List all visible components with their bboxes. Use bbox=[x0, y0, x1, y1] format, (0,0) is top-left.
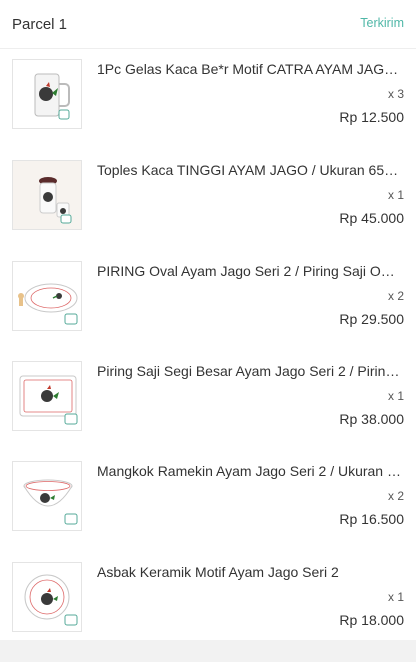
product-name[interactable]: Asbak Keramik Motif Ayam Jago Seri 2 bbox=[97, 564, 402, 580]
product-name[interactable]: Mangkok Ramekin Ayam Jago Seri 2 / Ukura… bbox=[97, 463, 402, 479]
order-item[interactable]: Mangkok Ramekin Ayam Jago Seri 2 / Ukura… bbox=[0, 461, 416, 561]
product-thumbnail[interactable] bbox=[12, 361, 82, 431]
bowl-icon bbox=[23, 479, 78, 525]
product-quantity: x 3 bbox=[387, 87, 404, 101]
product-price: Rp 29.500 bbox=[339, 311, 404, 327]
product-name[interactable]: Toples Kaca TINGGI AYAM JAGO / Ukuran 65… bbox=[97, 162, 402, 178]
product-quantity: x 1 bbox=[387, 389, 404, 403]
product-quantity: x 2 bbox=[387, 489, 404, 503]
parcel-header: Parcel 1 Terkirim bbox=[0, 0, 416, 49]
parcel-title: Parcel 1 bbox=[12, 16, 68, 33]
order-item[interactable]: 1Pc Gelas Kaca Be*r Motif CATRA AYAM JAG… bbox=[0, 59, 416, 159]
order-item[interactable]: Asbak Keramik Motif Ayam Jago Seri 2 x 1… bbox=[0, 562, 416, 662]
product-thumbnail[interactable] bbox=[12, 59, 82, 129]
product-name[interactable]: PIRING Oval Ayam Jago Seri 2 / Piring Sa… bbox=[97, 263, 402, 279]
product-thumbnail[interactable] bbox=[12, 261, 82, 331]
product-quantity: x 1 bbox=[387, 188, 404, 202]
product-price: Rp 16.500 bbox=[339, 511, 404, 527]
jar-icon bbox=[13, 161, 81, 229]
product-name[interactable]: 1Pc Gelas Kaca Be*r Motif CATRA AYAM JAG… bbox=[97, 61, 402, 77]
order-item[interactable]: Toples Kaca TINGGI AYAM JAGO / Ukuran 65… bbox=[0, 160, 416, 260]
oval-plate-icon bbox=[18, 283, 78, 325]
parcel-card: Parcel 1 Terkirim 1Pc Gelas Kaca Be*r Mo… bbox=[0, 0, 416, 640]
product-name[interactable]: Piring Saji Segi Besar Ayam Jago Seri 2 … bbox=[97, 363, 402, 379]
shipping-status: Terkirim bbox=[360, 16, 404, 30]
product-thumbnail[interactable] bbox=[12, 461, 82, 531]
product-price: Rp 45.000 bbox=[339, 210, 404, 226]
order-item[interactable]: PIRING Oval Ayam Jago Seri 2 / Piring Sa… bbox=[0, 261, 416, 361]
product-thumbnail[interactable] bbox=[12, 160, 82, 230]
product-quantity: x 2 bbox=[387, 289, 404, 303]
square-plate-icon bbox=[19, 375, 78, 425]
product-price: Rp 18.000 bbox=[339, 612, 404, 628]
ashtray-icon bbox=[24, 574, 78, 626]
order-item[interactable]: Piring Saji Segi Besar Ayam Jago Seri 2 … bbox=[0, 361, 416, 461]
product-price: Rp 38.000 bbox=[339, 411, 404, 427]
product-price: Rp 12.500 bbox=[339, 109, 404, 125]
glass-mug-icon bbox=[34, 73, 70, 120]
product-quantity: x 1 bbox=[387, 590, 404, 604]
product-thumbnail[interactable] bbox=[12, 562, 82, 632]
